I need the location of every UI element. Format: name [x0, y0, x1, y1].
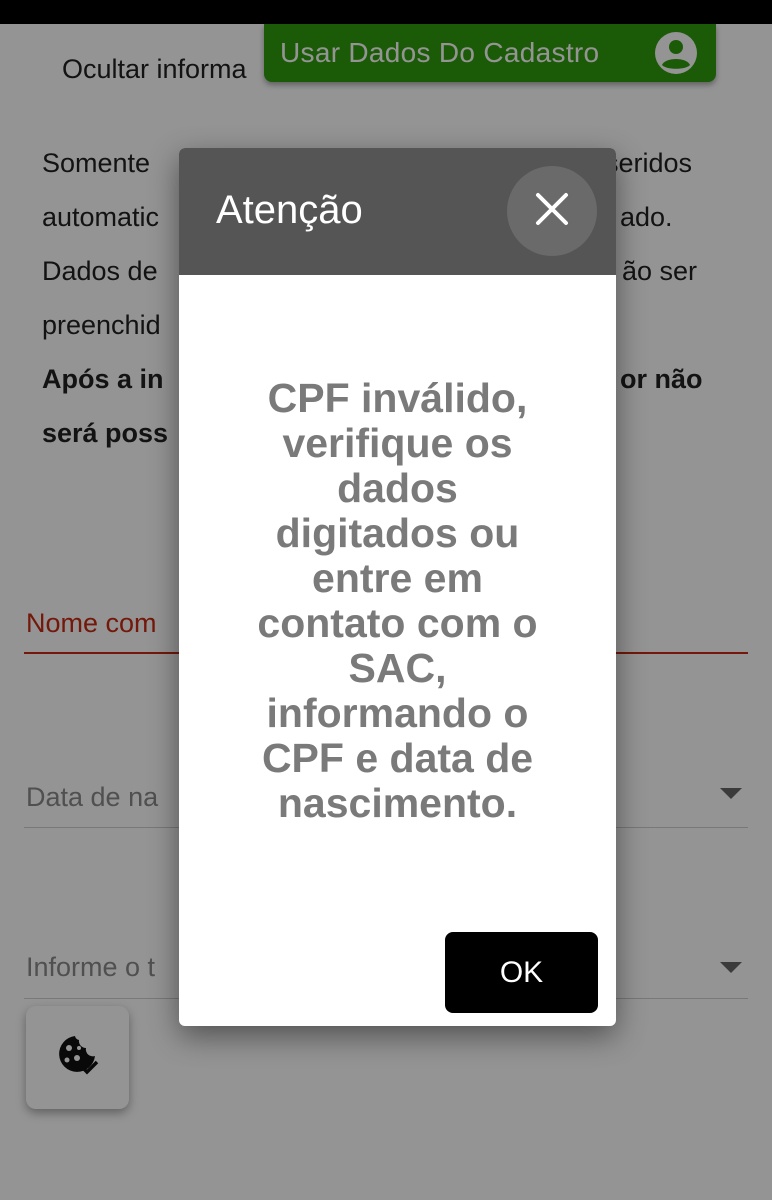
dialog-message-line: CPF e data de	[261, 735, 534, 781]
ok-button[interactable]: OK	[445, 932, 598, 1013]
dialog-message-line: nascimento.	[277, 780, 518, 826]
dialog-message-line: contato com o	[257, 600, 538, 646]
dialog-message-line: SAC,	[348, 645, 447, 691]
attention-dialog: Atenção CPF inválido, verifique os dados…	[179, 148, 616, 1026]
dialog-message-line: dados	[337, 465, 458, 511]
dialog-message-line: CPF inválido,	[267, 375, 528, 421]
close-icon	[535, 192, 569, 231]
dialog-title: Atenção	[216, 188, 363, 232]
close-button[interactable]	[507, 166, 597, 256]
dialog-message-line: digitados ou	[275, 510, 520, 556]
dialog-message-line: verifique os	[282, 420, 513, 466]
dialog-message-line: informando o	[266, 690, 529, 736]
dialog-message-line: entre em	[312, 555, 483, 601]
dialog-message: CPF inválido, verifique os dados digitad…	[209, 376, 586, 826]
ok-button-label: OK	[499, 955, 544, 989]
dialog-header: Atenção	[179, 148, 616, 275]
